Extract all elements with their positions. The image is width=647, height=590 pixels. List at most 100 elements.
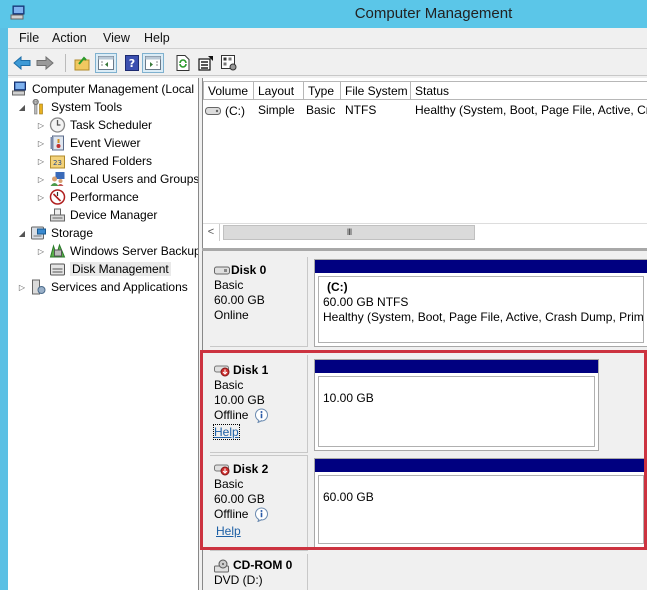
- svg-text:23: 23: [53, 159, 62, 167]
- collapsed-icon[interactable]: ▷: [36, 247, 46, 256]
- disk-1-partition-details: 10.00 GB: [318, 376, 595, 447]
- volume-list[interactable]: Volume Layout Type File System Status (C…: [202, 78, 647, 248]
- svg-text:?: ?: [129, 57, 135, 70]
- event-viewer-icon: [50, 135, 64, 151]
- disk-1-label[interactable]: Disk 1 Basic 10.00 GB Offline Help: [210, 355, 308, 453]
- disk-name: Disk 0: [231, 263, 267, 277]
- disk-type: Basic: [214, 477, 244, 491]
- users-icon: [50, 172, 65, 186]
- tree-item-system-tools[interactable]: ◢ System Tools: [17, 98, 122, 116]
- collapsed-icon[interactable]: ▷: [36, 193, 46, 202]
- volume-bar: [315, 360, 598, 373]
- tree-item-local-users-and-groups[interactable]: ▷ Local Users and Groups: [36, 170, 198, 188]
- back-arrow-icon: [13, 56, 31, 70]
- column-header-type[interactable]: Type: [304, 81, 341, 100]
- volume-bar: [315, 459, 647, 472]
- disk-2-unallocated-partition[interactable]: 60.00 GB: [314, 458, 647, 548]
- show-hide-action-pane-button[interactable]: [142, 53, 164, 73]
- column-header-volume[interactable]: Volume: [203, 81, 254, 100]
- disk-size: 10.00 GB: [214, 393, 265, 407]
- tree-label: Device Manager: [70, 208, 158, 222]
- collapsed-icon[interactable]: ▷: [36, 157, 46, 166]
- menu-action[interactable]: Action: [52, 31, 87, 45]
- tree-item-device-manager[interactable]: Device Manager: [36, 206, 157, 224]
- tree-item-performance[interactable]: ▷ Performance: [36, 188, 139, 206]
- cdrom-icon: [214, 559, 229, 572]
- column-header-status[interactable]: Status: [411, 81, 647, 100]
- column-header-file-system[interactable]: File System: [341, 81, 411, 100]
- volume-c-partition[interactable]: (C:) 60.00 GB NTFS Healthy (System, Boot…: [314, 259, 647, 347]
- collapsed-icon[interactable]: ▷: [36, 121, 46, 130]
- info-icon[interactable]: [254, 507, 269, 523]
- disk-0-label[interactable]: Disk 0 Basic 60.00 GB Online: [210, 257, 308, 347]
- disk-2-label[interactable]: Disk 2 Basic 60.00 GB Offline Help: [210, 455, 308, 551]
- disk-2-partition-details: 60.00 GB: [318, 475, 644, 544]
- tree-item-windows-server-backup[interactable]: ▷ Windows Server Backup: [36, 242, 198, 260]
- menu-help[interactable]: Help: [144, 31, 170, 45]
- console-tree[interactable]: Computer Management (Local ◢ System Tool…: [8, 78, 199, 590]
- disk-state: Online: [214, 308, 249, 322]
- up-level-button[interactable]: [71, 53, 93, 73]
- expanded-icon[interactable]: ◢: [17, 229, 27, 238]
- back-button[interactable]: [11, 53, 33, 73]
- collapsed-icon[interactable]: ▷: [36, 139, 46, 148]
- tree-item-shared-folders[interactable]: ▷ 23 Shared Folders: [36, 152, 152, 170]
- tree-label: Shared Folders: [70, 154, 153, 168]
- tree-label: Task Scheduler: [70, 118, 153, 132]
- tree-label: Disk Management: [70, 262, 171, 276]
- tree-label: System Tools: [51, 100, 123, 114]
- toolbar: ?: [8, 50, 647, 76]
- tools-icon: [32, 99, 43, 115]
- tree-label: Event Viewer: [70, 136, 141, 150]
- disk-state: Offline: [214, 507, 249, 521]
- column-header-layout[interactable]: Layout: [254, 81, 304, 100]
- refresh-button[interactable]: [172, 53, 194, 73]
- info-icon[interactable]: [254, 408, 269, 424]
- disk-2-help-link[interactable]: Help: [216, 524, 241, 538]
- disk-state: Offline: [214, 408, 249, 422]
- forward-arrow-icon: [36, 56, 54, 70]
- menu-view[interactable]: View: [103, 31, 130, 45]
- properties-icon: [198, 56, 213, 71]
- storage-icon: [31, 226, 46, 240]
- menu-bar: File Action View Help: [8, 28, 647, 49]
- scroll-thumb[interactable]: III: [223, 225, 475, 240]
- volume-status: Healthy (System, Boot, Page File, Active…: [323, 310, 644, 324]
- tree-root-computer-management[interactable]: Computer Management (Local: [11, 80, 194, 98]
- menu-file[interactable]: File: [19, 31, 39, 45]
- volume-drive-icon: [205, 107, 221, 115]
- computer-management-icon: [12, 81, 26, 96]
- show-hide-console-tree-button[interactable]: [95, 53, 117, 73]
- volume-bar: [315, 260, 647, 273]
- cdrom-0-label[interactable]: CD-ROM 0 DVD (D:): [210, 554, 308, 590]
- tree-item-event-viewer[interactable]: ▷ Event Viewer: [36, 134, 140, 152]
- cell-volume: (C:): [225, 104, 245, 118]
- disk-offline-icon: [214, 365, 230, 376]
- disk-1-help-link[interactable]: Help: [213, 424, 240, 441]
- tree-item-disk-management[interactable]: Disk Management: [36, 260, 171, 278]
- disk-graphical-view[interactable]: Disk 0 Basic 60.00 GB Online (C:) 60.00 …: [202, 251, 647, 590]
- services-icon: [32, 279, 46, 295]
- disk-1-unallocated-partition[interactable]: 10.00 GB: [314, 359, 599, 451]
- properties-button[interactable]: [195, 53, 217, 73]
- settings-button[interactable]: [218, 53, 240, 73]
- forward-button[interactable]: [34, 53, 56, 73]
- tree-item-storage[interactable]: ◢ Storage: [17, 224, 93, 242]
- tree-item-services-and-applications[interactable]: ▷ Services and Applications: [17, 278, 188, 296]
- tree-item-task-scheduler[interactable]: ▷ Task Scheduler: [36, 116, 152, 134]
- expanded-icon[interactable]: ◢: [17, 103, 27, 112]
- cell-layout: Simple: [258, 103, 295, 117]
- volume-label: (C:): [327, 280, 348, 294]
- disk-offline-icon: [214, 464, 230, 475]
- help-button[interactable]: ?: [121, 53, 143, 73]
- disk-online-icon: [214, 266, 230, 275]
- disk-type: DVD (D:): [214, 573, 263, 587]
- collapsed-icon[interactable]: ▷: [17, 283, 27, 292]
- scroll-left-button[interactable]: <: [203, 224, 220, 241]
- horizontal-scrollbar[interactable]: < III: [203, 223, 647, 241]
- collapsed-icon[interactable]: ▷: [36, 175, 46, 184]
- main-window: File Action View Help ? Computer Managem…: [8, 28, 647, 590]
- settings-icon: [221, 55, 237, 71]
- cell-type: Basic: [306, 103, 336, 117]
- table-row[interactable]: (C:) Simple Basic NTFS Healthy (System, …: [203, 101, 647, 119]
